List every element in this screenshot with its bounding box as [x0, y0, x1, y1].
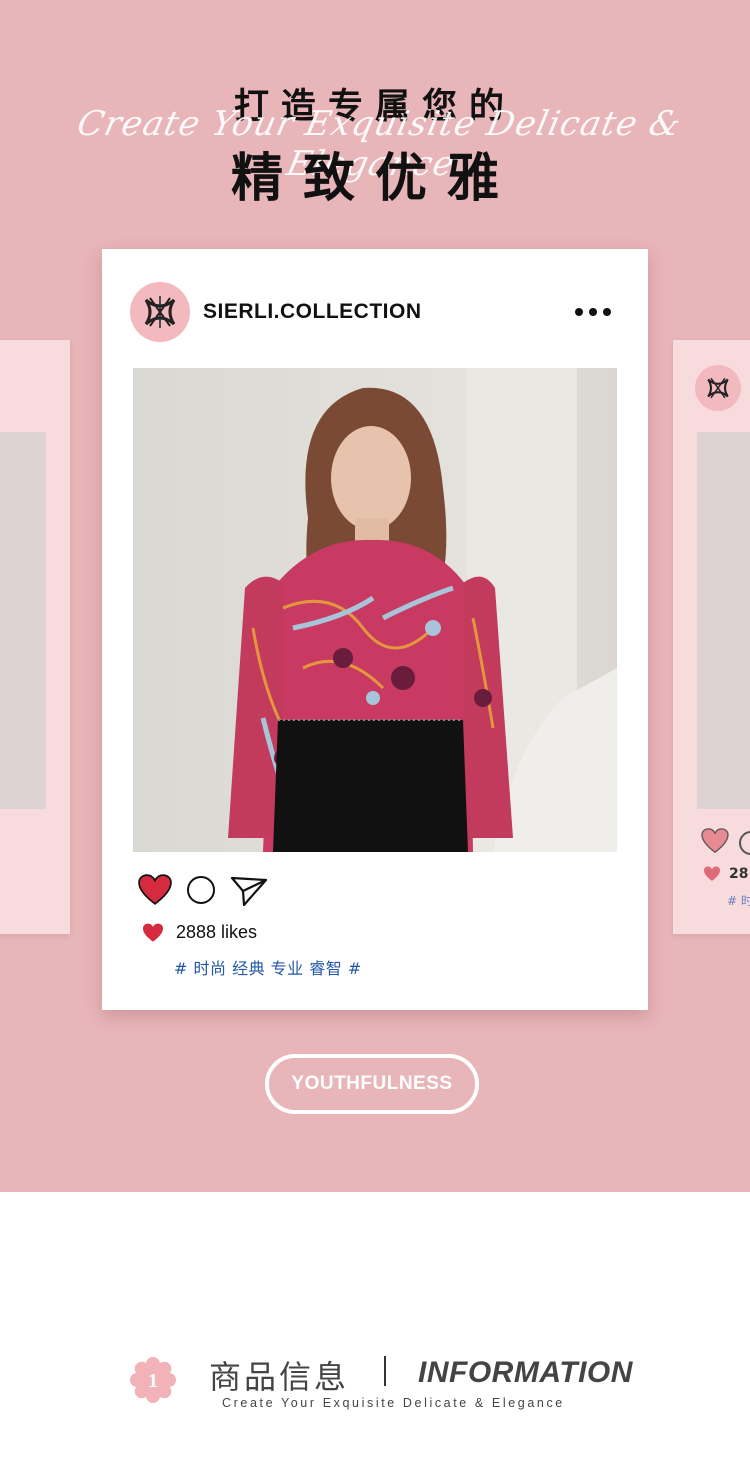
share-send-icon[interactable]: [230, 875, 268, 907]
heart-icon: [701, 828, 729, 854]
hashtags[interactable]: # 时尚 经典 专业 睿智 #: [174, 955, 362, 979]
title-divider: [384, 1356, 386, 1386]
brand-name[interactable]: SIERLI.COLLECTION: [203, 300, 422, 324]
post-card: SIERLI.COLLECTION 2888 likes # 时尚 经典 专业 …: [102, 249, 648, 1010]
hero-section: 打造专属您的 Create Your Exquisite Delicate & …: [0, 0, 750, 1192]
youthfulness-button[interactable]: YOUTHFULNESS: [265, 1054, 479, 1114]
ghost-image-placeholder: [0, 432, 46, 809]
brand-logo-icon: [144, 296, 176, 328]
info-title-cn: 商品信息: [209, 1358, 350, 1396]
brand-avatar[interactable]: [130, 282, 190, 342]
post-photo: [133, 368, 617, 852]
brand-logo-icon: [707, 377, 729, 399]
ghost-tags-text: # 时: [727, 894, 750, 908]
info-title-en: INFORMATION: [418, 1356, 633, 1389]
more-options-icon[interactable]: [575, 305, 615, 319]
ghost-image-placeholder: [697, 432, 750, 809]
likes-heart-icon: [143, 923, 163, 942]
comment-icon[interactable]: [186, 875, 216, 905]
number-badge-icon: 1: [130, 1357, 176, 1403]
like-heart-icon[interactable]: [138, 874, 172, 906]
likes-heart-icon: [704, 866, 720, 881]
ghost-card-right: 28 # 时: [673, 340, 750, 934]
ghost-avatar: [695, 365, 741, 411]
ghost-card-left: [0, 340, 70, 934]
info-subtitle: Create Your Exquisite Delicate & Eleganc…: [222, 1396, 565, 1410]
headline-main: 精致优雅: [230, 149, 519, 209]
ghost-likes-text: 28: [729, 866, 749, 882]
badge-number: 1: [148, 1370, 158, 1392]
likes-count: 2888 likes: [176, 922, 258, 942]
comment-icon: [739, 831, 750, 855]
